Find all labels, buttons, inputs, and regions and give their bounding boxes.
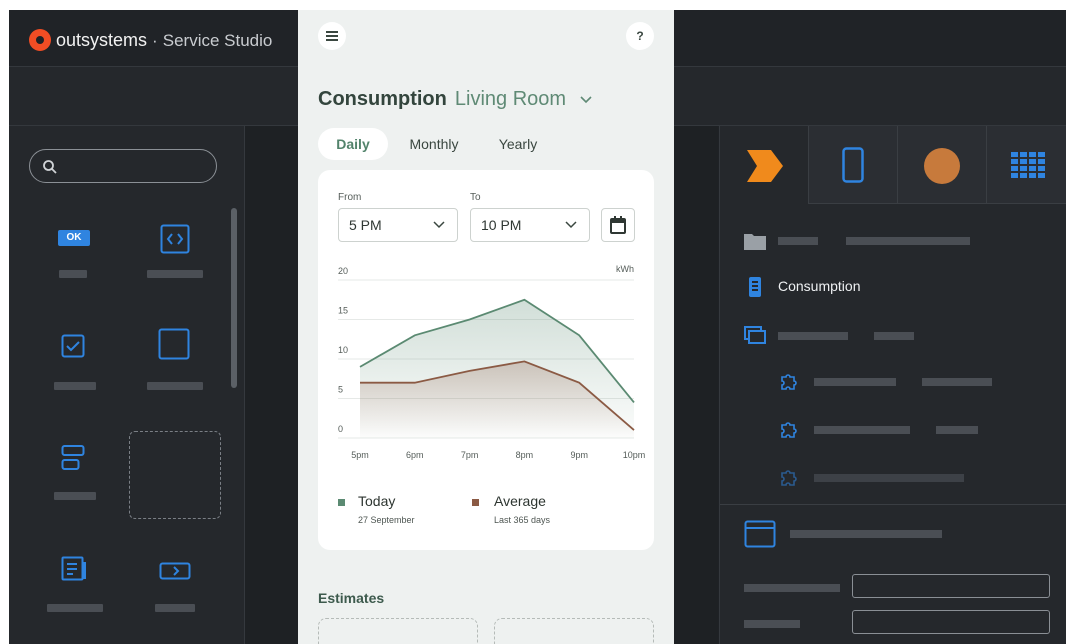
tree-label-placeholder — [922, 378, 992, 386]
room-selector[interactable]: Living Room — [455, 88, 566, 110]
tree-label-placeholder — [814, 378, 896, 386]
widget-label-placeholder — [54, 492, 96, 500]
y-tick-label: 0 — [338, 424, 343, 434]
widget-label-placeholder — [59, 270, 87, 278]
property-label-placeholder — [744, 584, 840, 592]
puzzle-icon — [781, 422, 797, 438]
tab-logic[interactable] — [898, 126, 987, 204]
property-label-placeholder — [790, 530, 942, 538]
toolbox-search-input[interactable] — [29, 149, 217, 183]
brand-name: outsystems — [56, 30, 148, 50]
link-widget-icon[interactable] — [159, 562, 191, 587]
placeholder-drop-zone[interactable] — [129, 431, 221, 519]
container-widget-icon[interactable] — [158, 328, 190, 365]
widget-label-placeholder — [155, 604, 195, 612]
tab-data[interactable] — [987, 126, 1066, 204]
toolbox-scrollbar[interactable] — [231, 208, 237, 388]
tab-interface[interactable] — [809, 126, 898, 204]
tree-label-placeholder — [814, 426, 910, 434]
x-tick-label: 6pm — [406, 450, 424, 460]
button-widget[interactable]: OK — [58, 230, 90, 246]
tree-label-placeholder — [778, 332, 848, 340]
legend-average-label: Average — [494, 493, 546, 509]
x-tick-label: 9pm — [570, 450, 588, 460]
y-tick-label: 15 — [338, 306, 348, 316]
tree-item-consumption[interactable]: Consumption — [778, 278, 861, 294]
tab-monthly[interactable]: Monthly — [398, 128, 470, 160]
x-tick-label: 7pm — [461, 450, 479, 460]
tree-label-placeholder — [936, 426, 978, 434]
legend-average-sub: Last 365 days — [494, 515, 551, 525]
window-icon — [744, 520, 776, 548]
toolbox-panel: OK — [9, 126, 245, 644]
puzzle-icon — [781, 470, 797, 486]
app-title: outsystems · Service Studio — [56, 29, 272, 52]
legend-today-sub: 27 September — [358, 515, 415, 525]
block-icon — [744, 326, 766, 344]
mobile-screen-preview: ? Consumption Living Room Daily Monthly Y… — [298, 10, 674, 644]
legend-today-label: Today — [358, 493, 396, 509]
tab-daily[interactable]: Daily — [318, 128, 388, 160]
service-studio-window: outsystems · Service Studio OK Consumpti… — [9, 10, 1066, 644]
screen-icon — [749, 277, 761, 297]
panel-divider — [720, 504, 1066, 505]
puzzle-icon — [781, 374, 797, 390]
property-label-placeholder — [744, 620, 800, 628]
tree-label-placeholder — [778, 237, 818, 245]
outsystems-logo-icon — [29, 29, 51, 51]
x-tick-label: 8pm — [516, 450, 534, 460]
widget-label-placeholder — [147, 382, 203, 390]
tab-yearly[interactable]: Yearly — [482, 128, 554, 160]
checkbox-widget-icon[interactable] — [61, 334, 85, 363]
title-text: Consumption — [318, 88, 447, 110]
tree-label-placeholder — [874, 332, 914, 340]
legend-average-swatch — [472, 499, 479, 506]
unit-label: kWh — [616, 264, 634, 274]
consumption-card: From To 5 PM 10 PM 20 15 10 5 0 kWh 5pm … — [318, 170, 654, 550]
theme-icon — [924, 148, 960, 184]
hamburger-icon — [326, 31, 338, 41]
process-icon — [747, 150, 783, 182]
page-title: Consumption Living Room — [318, 88, 592, 111]
separator: · — [152, 31, 158, 50]
widget-label-placeholder — [54, 382, 96, 390]
grid-icon — [1011, 152, 1045, 178]
estimate-card-placeholder[interactable] — [494, 618, 654, 644]
consumption-chart: 20 15 10 5 0 kWh 5pm 6pm 7pm 8pm 9pm 10pm — [338, 264, 646, 460]
mobile-icon — [842, 147, 864, 183]
folder-icon — [744, 234, 766, 250]
widget-label-placeholder — [147, 270, 203, 278]
product-name: Service Studio — [162, 31, 273, 50]
tree-label-placeholder — [846, 237, 970, 245]
properties-panel: Consumption — [719, 126, 1066, 644]
chevron-down-icon[interactable] — [580, 96, 592, 104]
search-icon — [43, 160, 57, 174]
property-input[interactable] — [852, 610, 1050, 634]
y-tick-label: 20 — [338, 266, 348, 276]
tree-label-placeholder — [814, 474, 964, 482]
x-tick-label: 10pm — [623, 450, 646, 460]
widget-label-placeholder — [47, 604, 103, 612]
form-widget-icon[interactable] — [61, 556, 87, 587]
y-tick-label: 10 — [338, 345, 348, 355]
tab-processes[interactable] — [720, 126, 809, 204]
y-tick-label: 5 — [338, 385, 343, 395]
code-widget-icon[interactable] — [160, 224, 190, 259]
property-input[interactable] — [852, 574, 1050, 598]
estimates-heading: Estimates — [318, 590, 385, 606]
menu-button[interactable] — [318, 22, 346, 50]
legend-today-swatch — [338, 499, 345, 506]
estimate-card-placeholder[interactable] — [318, 618, 478, 644]
help-button[interactable]: ? — [626, 22, 654, 50]
list-widget-icon[interactable] — [61, 444, 85, 477]
x-tick-label: 5pm — [351, 450, 369, 460]
